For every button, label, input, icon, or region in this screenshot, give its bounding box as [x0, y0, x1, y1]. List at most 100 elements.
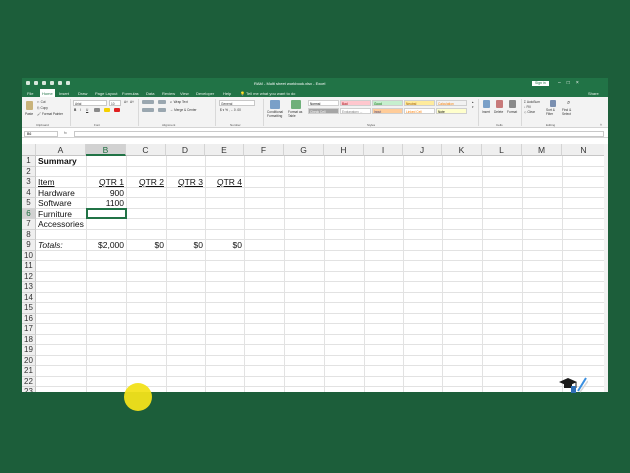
column-header-b[interactable]: B	[86, 144, 126, 156]
fill-color-icon[interactable]	[104, 108, 110, 112]
tab-home[interactable]: Home	[40, 89, 55, 97]
cell-e9[interactable]: $0	[205, 240, 243, 251]
format-cells-icon[interactable]	[509, 100, 516, 108]
cell-style-explanatory[interactable]: Explanatory ...	[340, 108, 371, 114]
undo-icon[interactable]	[42, 81, 46, 85]
column-header-m[interactable]: M	[522, 144, 562, 156]
maximize-icon[interactable]: □	[567, 80, 570, 86]
column-header-e[interactable]: E	[205, 144, 244, 156]
cell-a5[interactable]: Software	[38, 198, 87, 209]
cell-c9[interactable]: $0	[126, 240, 165, 251]
column-header-n[interactable]: N	[562, 144, 606, 156]
row-header-19[interactable]: 19	[22, 345, 36, 356]
styles-scroll-up[interactable]: ▴	[472, 100, 474, 104]
insert-cells-icon[interactable]	[483, 100, 490, 108]
tab-developer[interactable]: Developer	[196, 91, 214, 96]
magnifier-icon[interactable]: ⌕	[567, 100, 570, 107]
cell-c3[interactable]: QTR 2	[126, 177, 165, 188]
paste-label[interactable]: Paste	[25, 112, 33, 116]
cell-style-good[interactable]: Good	[372, 100, 403, 106]
minimize-icon[interactable]: –	[558, 80, 561, 86]
fx-icon[interactable]: fx	[64, 131, 67, 135]
column-header-k[interactable]: K	[442, 144, 482, 156]
wrap-text-button[interactable]: ↵ Wrap Text	[170, 100, 188, 104]
share-button[interactable]: Share	[588, 91, 599, 96]
redo-icon[interactable]	[50, 81, 54, 85]
conditional-formatting-icon[interactable]	[270, 100, 280, 109]
tab-draw[interactable]: Draw	[78, 91, 87, 96]
underline-button[interactable]: U	[86, 108, 88, 112]
column-header-j[interactable]: J	[403, 144, 442, 156]
autosum-button[interactable]: Σ AutoSum	[524, 100, 540, 104]
row-header-8[interactable]: 8	[22, 229, 36, 240]
row-header-2[interactable]: 2	[22, 166, 36, 177]
sign-in-button[interactable]: Sign in	[532, 80, 549, 86]
tab-file[interactable]: File	[27, 91, 33, 96]
grow-font-button[interactable]: A˄	[124, 100, 128, 104]
orientation-icon[interactable]	[158, 100, 166, 104]
row-header-4[interactable]: 4	[22, 187, 36, 198]
cell-a9[interactable]: Totals:	[38, 240, 87, 251]
row-header-12[interactable]: 12	[22, 271, 36, 282]
cell-style-linked-cell[interactable]: Linked Cell	[404, 108, 435, 114]
column-header-f[interactable]: F	[244, 144, 284, 156]
copy-button[interactable]: ⎘ Copy	[37, 106, 48, 110]
tab-page-layout[interactable]: Page Layout	[95, 91, 117, 96]
delete-cells-label[interactable]: Delete	[494, 110, 503, 114]
tab-formulas[interactable]: Formulas	[122, 91, 139, 96]
row-header-15[interactable]: 15	[22, 303, 36, 314]
select-all-corner[interactable]	[22, 144, 36, 156]
row-header-16[interactable]: 16	[22, 313, 36, 324]
format-as-table-icon[interactable]	[291, 100, 301, 109]
formula-input[interactable]	[74, 130, 604, 137]
insert-cells-label[interactable]: Insert	[482, 110, 490, 114]
format-painter-button[interactable]: 🖌 Format Painter	[37, 112, 63, 116]
cell-a3[interactable]: Item	[38, 177, 87, 188]
row-header-11[interactable]: 11	[22, 261, 36, 272]
cell-a7[interactable]: Accessories	[38, 219, 87, 230]
vertical-scrollbar[interactable]	[604, 144, 608, 392]
cell-style-bad[interactable]: Bad	[340, 100, 371, 106]
format-as-table-label[interactable]: Format as Table	[288, 110, 306, 118]
cell-style-neutral[interactable]: Neutral	[404, 100, 435, 106]
cell-style-normal[interactable]: Normal	[308, 100, 339, 106]
cell-d3[interactable]: QTR 3	[166, 177, 204, 188]
paste-icon[interactable]	[26, 101, 33, 110]
tab-data[interactable]: Data	[146, 91, 154, 96]
cell-style-note[interactable]: Note	[436, 108, 467, 114]
autosave-icon[interactable]	[26, 81, 30, 85]
fill-button[interactable]: ↓ Fill	[524, 105, 531, 109]
font-size-select[interactable]: 10	[109, 100, 121, 106]
number-format-buttons[interactable]: $ ▾ % , ←0 .00	[220, 108, 241, 112]
bold-button[interactable]: B	[74, 108, 76, 112]
column-header-i[interactable]: I	[364, 144, 403, 156]
cell-a6[interactable]: Furniture	[38, 209, 87, 220]
row-header-20[interactable]: 20	[22, 355, 36, 366]
cell-e3[interactable]: QTR 4	[205, 177, 243, 188]
cell-b3[interactable]: QTR 1	[86, 177, 125, 188]
save-icon[interactable]	[34, 81, 38, 85]
collapse-ribbon-icon[interactable]: ˄	[600, 123, 602, 127]
indent-icon[interactable]	[158, 108, 166, 112]
font-name-select[interactable]: Arial	[73, 100, 107, 106]
row-header-18[interactable]: 18	[22, 334, 36, 345]
cell-style-input[interactable]: Input	[372, 108, 403, 114]
column-header-h[interactable]: H	[324, 144, 364, 156]
cut-button[interactable]: ✂ Cut	[37, 100, 46, 104]
sort-filter-label[interactable]: Sort & Filter	[546, 108, 560, 116]
row-header-9[interactable]: 9	[22, 240, 36, 251]
row-header-14[interactable]: 14	[22, 292, 36, 303]
number-format-select[interactable]: General	[219, 100, 255, 106]
align-left-icon[interactable]	[142, 108, 154, 112]
active-cell-selection[interactable]	[86, 207, 127, 219]
cell-style-check-cell[interactable]: Check Cell	[308, 108, 339, 114]
camera-icon[interactable]	[58, 81, 62, 85]
tab-insert[interactable]: Insert	[59, 91, 69, 96]
italic-button[interactable]: I	[80, 108, 81, 112]
row-header-1[interactable]: 1	[22, 156, 36, 167]
cell-b9[interactable]: $2,000	[86, 240, 125, 251]
align-top-icon[interactable]	[142, 100, 154, 104]
sort-filter-icon[interactable]	[550, 100, 556, 107]
cell-a4[interactable]: Hardware	[38, 188, 87, 199]
font-color-icon[interactable]	[114, 108, 120, 112]
